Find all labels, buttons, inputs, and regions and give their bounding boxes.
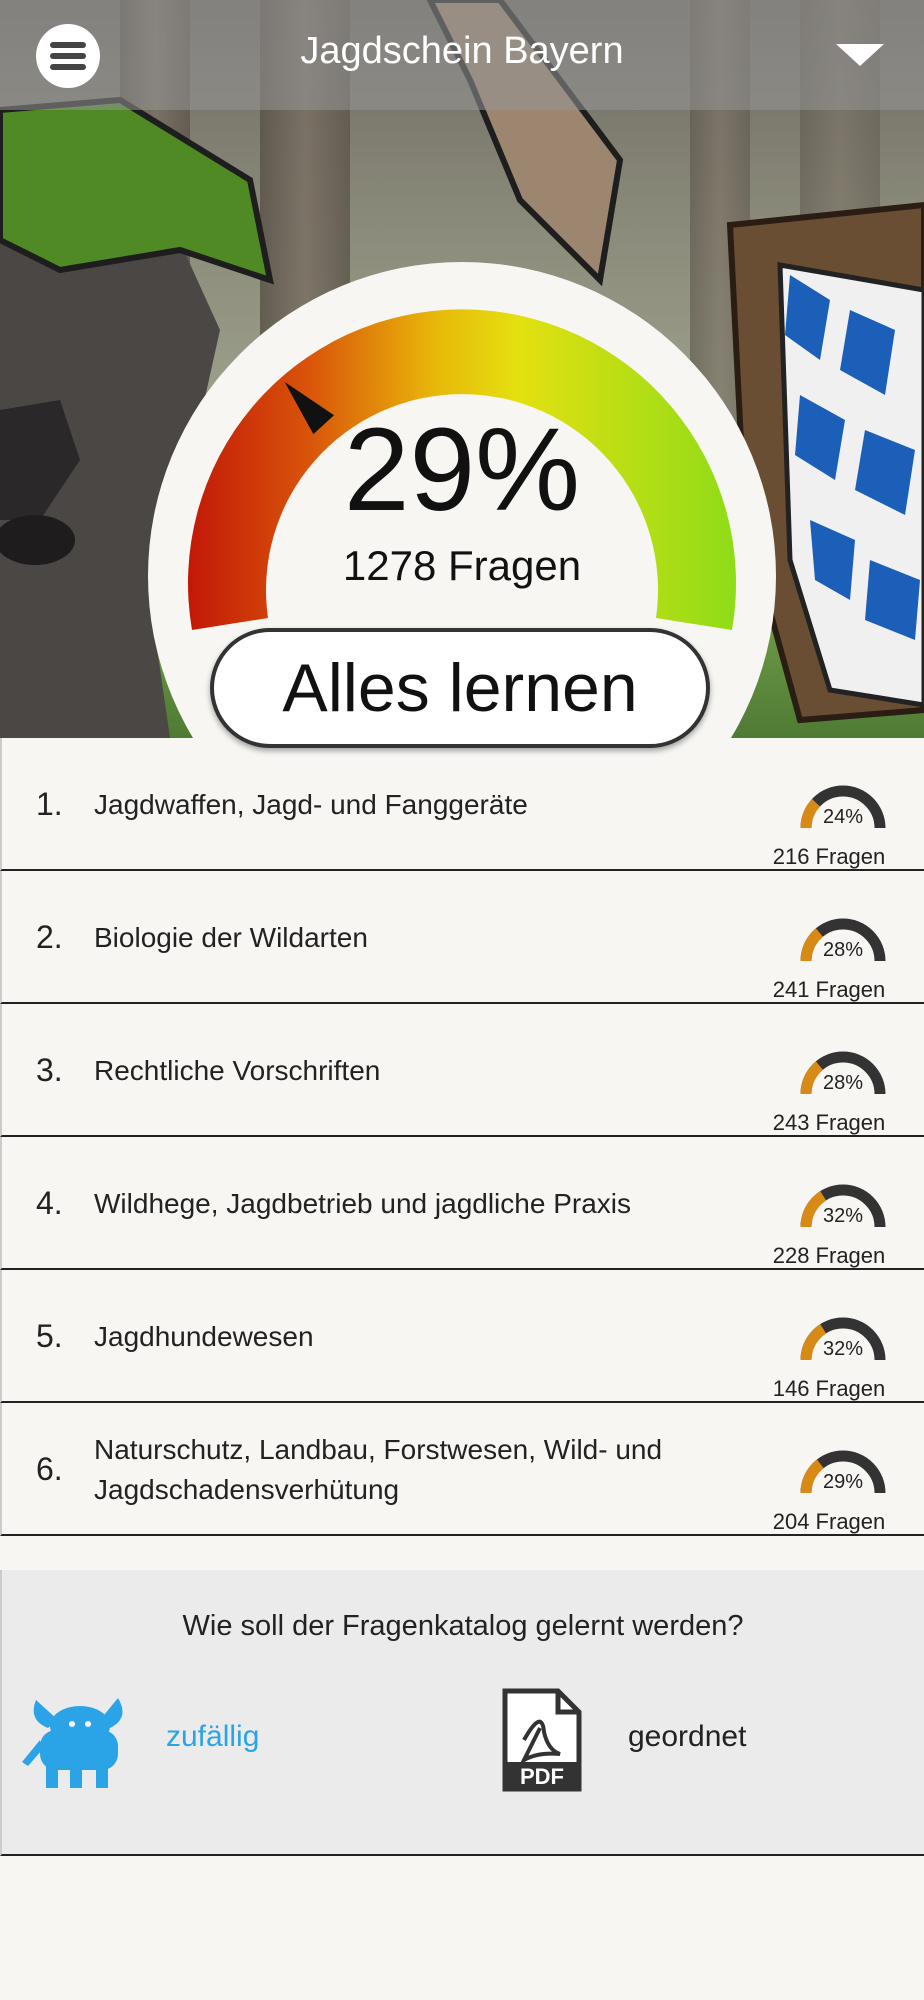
topic-title: Wildhege, Jagdbetrieb und jagdliche Prax… [94,1187,631,1219]
topic-row[interactable]: 3. Rechtliche Vorschriften 28% 243 Fragen [0,1004,924,1137]
topic-number: 1. [36,786,63,822]
topic-number: 2. [36,919,63,955]
topic-percent: 28% [822,939,864,961]
topic-title: Naturschutz, Landbau, Forstwesen, Wild- … [94,1433,663,1505]
topic-question-count: 243 Fragen [772,1110,886,1135]
overall-percent: 29% [343,404,581,536]
topic-row[interactable]: 2. Biologie der Wildarten 28% 241 Fragen [0,871,924,1004]
topic-title: Rechtliche Vorschriften [94,1054,381,1086]
learn-all-button[interactable]: Alles lernen [210,628,710,748]
topic-row[interactable]: 6. Naturschutz, Landbau, Forstwesen, Wild… [0,1403,924,1536]
topic-row[interactable]: 4. Wildhege, Jagdbetrieb und jagdliche Pr… [0,1137,924,1270]
topic-list: 1. Jagdwaffen, Jagd- und Fanggeräte 24% 216… [0,738,924,1536]
chevron-down-icon[interactable] [836,44,884,66]
topic-number: 4. [36,1185,63,1221]
topic-question-count: 241 Fragen [772,977,886,1002]
learning-mode-question: Wie soll der Fragenkatalog gelernt werde… [182,1610,744,1642]
topic-number: 6. [36,1451,63,1487]
topic-percent: 28% [822,1072,864,1094]
pdf-icon-label: PDF [520,1764,564,1789]
mode-option-random[interactable]: zufällig [166,1720,259,1754]
topic-percent: 32% [822,1338,864,1360]
mode-option-ordered[interactable]: geordnet [628,1720,746,1754]
bull-icon[interactable] [18,1690,136,1790]
overall-question-count: 1278 Fragen [342,542,582,589]
topic-question-count: 216 Fragen [772,844,886,869]
topic-percent: 29% [822,1471,864,1493]
pdf-icon[interactable]: PDF [502,1688,582,1792]
topic-question-count: 204 Fragen [772,1509,886,1534]
topic-title: Jagdwaffen, Jagd- und Fanggeräte [94,788,528,820]
topic-row[interactable]: 1. Jagdwaffen, Jagd- und Fanggeräte 24% 216… [0,738,924,871]
topic-percent: 24% [822,806,864,828]
topic-number: 5. [36,1318,63,1354]
topic-percent: 32% [822,1205,864,1227]
topic-row[interactable]: 5. Jagdhundewesen 32% 146 Fragen [0,1270,924,1403]
learning-mode-panel: Wie soll der Fragenkatalog gelernt werde… [0,1570,924,1856]
app-title: Jagdschein Bayern [300,30,624,72]
topic-number: 3. [36,1052,63,1088]
topic-title: Biologie der Wildarten [94,921,368,953]
topic-title: Jagdhundewesen [94,1320,314,1352]
topic-question-count: 146 Fragen [772,1376,886,1401]
topic-question-count: 228 Fragen [772,1243,886,1268]
